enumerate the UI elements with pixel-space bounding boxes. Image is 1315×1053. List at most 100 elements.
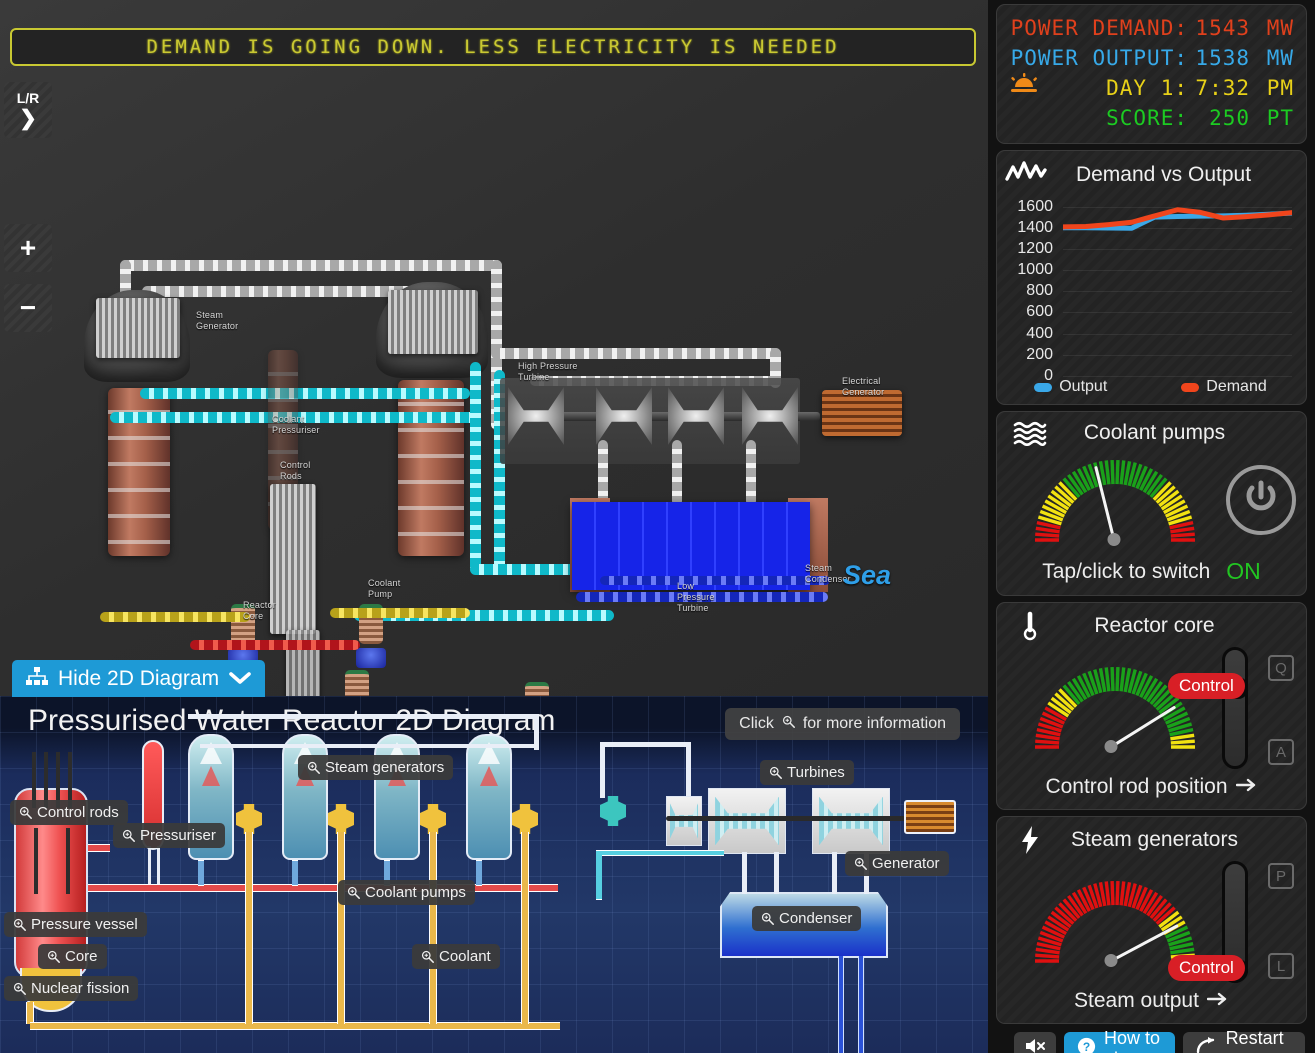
- sitemap-icon: [26, 666, 48, 691]
- diagram-steam-generator: [374, 734, 420, 860]
- coolant-pumps-hint: Tap/click to switch: [1042, 559, 1211, 583]
- mute-button[interactable]: [1014, 1032, 1056, 1053]
- game-root: DEMAND IS GOING DOWN. LESS ELECTRICITY I…: [0, 0, 1315, 1053]
- chart-y-tick: 1000: [1017, 261, 1053, 279]
- label-steam-generator: Steam Generator: [196, 310, 239, 331]
- gauge-hub: [1104, 740, 1117, 753]
- tag-label: Core: [65, 948, 98, 965]
- legend-label: Demand: [1206, 378, 1267, 395]
- more-information-suffix: for more information: [802, 715, 946, 732]
- time-value: 7:32: [1195, 76, 1250, 100]
- chart-y-tick: 1200: [1017, 239, 1053, 257]
- tag-pressuriser[interactable]: Pressuriser: [113, 823, 225, 848]
- tag-condenser[interactable]: Condenser: [752, 906, 862, 931]
- status-row-power-output: POWER OUTPUT: 1538 MW: [1009, 43, 1294, 73]
- more-information-button[interactable]: Click for more information: [725, 708, 960, 740]
- control-rod-pill-label: Control: [1168, 673, 1245, 699]
- diagram-turbine: [812, 788, 890, 854]
- control-rod-position-label: Control rod position: [1045, 775, 1228, 798]
- day-label: DAY 1:: [1106, 76, 1188, 100]
- more-information-prefix: Click: [739, 715, 774, 732]
- score-value: 250: [1209, 106, 1250, 130]
- chart-series-layer: [1063, 196, 1292, 376]
- tag-generator[interactable]: Generator: [845, 851, 949, 876]
- diagram-steam-generator: [282, 734, 328, 860]
- reactor-core-panel: Reactor core Control Q A Control rod pos…: [996, 602, 1307, 810]
- power-output-value: 1538: [1195, 46, 1250, 70]
- restart-game-button[interactable]: Restart game: [1182, 1028, 1305, 1053]
- tag-label: Turbines: [787, 764, 845, 781]
- steam-output-label: Steam output: [1074, 989, 1199, 1012]
- diagram-coolant-pump: [328, 804, 354, 834]
- label-coolant-pump: Coolant Pump: [368, 578, 401, 599]
- label-sea: Sea: [843, 560, 892, 590]
- key-q[interactable]: Q: [1268, 655, 1294, 681]
- diagram-turbine: [666, 796, 702, 846]
- diagram-coolant-pump: [420, 804, 446, 834]
- chart-y-tick: 200: [1026, 345, 1053, 363]
- tag-core[interactable]: Core: [38, 944, 107, 969]
- plant-2d-diagram[interactable]: Pressurised Water Reactor 2D Diagram Cli…: [0, 696, 988, 1053]
- left-right-toggle-button[interactable]: L/R ❯: [4, 82, 52, 138]
- coolant-pumps-state: ON: [1226, 558, 1261, 584]
- chart-plot-area: 1600 1400 1200 1000 800 600 400 200 0: [1005, 196, 1296, 384]
- slider-track[interactable]: [1222, 647, 1248, 769]
- status-row-day-time: DAY 1: 7:32 PM: [1009, 73, 1294, 103]
- tag-label: Generator: [872, 855, 940, 872]
- left-right-toggle-label: L/R: [16, 90, 40, 106]
- coolant-pumps-power-button[interactable]: [1226, 465, 1296, 535]
- how-to-play-button[interactable]: ? How to play: [1064, 1028, 1175, 1053]
- plant-3d-view[interactable]: Steam Generator Coolant Pressuriser Contro…: [0, 140, 988, 746]
- score-label: SCORE:: [1106, 106, 1188, 130]
- steam-output-slider[interactable]: Control P L: [1168, 855, 1296, 987]
- tag-nuclear-fission[interactable]: Nuclear fission: [4, 976, 139, 1001]
- diagram-coolant-pump: [236, 804, 262, 834]
- tag-steam-generators[interactable]: Steam generators: [298, 755, 454, 780]
- coolant-pumps-title: Coolant pumps: [1083, 421, 1226, 444]
- reactor-core-title: Reactor core: [1094, 614, 1215, 637]
- tag-coolant-pumps[interactable]: Coolant pumps: [338, 880, 475, 905]
- gauge-hub: [1107, 533, 1120, 546]
- steam-output-pill-label: Control: [1168, 955, 1245, 981]
- diagram-steam-generator: [466, 734, 512, 860]
- tag-label: Control rods: [37, 804, 119, 821]
- chart-title: Demand vs Output: [1075, 162, 1252, 186]
- key-l[interactable]: L: [1268, 953, 1294, 979]
- legend-item-demand: Demand: [1181, 378, 1267, 396]
- bottom-toolbar: ? How to play Restart game: [996, 1028, 1307, 1053]
- diagram-turbine: [708, 788, 786, 854]
- waves-icon: [1007, 420, 1053, 446]
- sunset-icon: [1009, 73, 1039, 103]
- hide-2d-diagram-button[interactable]: Hide 2D Diagram: [12, 660, 266, 697]
- key-a[interactable]: A: [1268, 739, 1294, 765]
- chart-gridline: [1063, 376, 1292, 377]
- tag-label: Pressure vessel: [31, 916, 138, 933]
- chevron-down-icon: [229, 667, 251, 691]
- diagram-feed-pump: [600, 796, 626, 826]
- diagram-coolant-pump: [512, 804, 538, 834]
- arrow-redo-icon: [1196, 1037, 1218, 1053]
- coolant-pumps-gauge: [1015, 446, 1212, 554]
- control-sidebar: POWER DEMAND: 1543 MW POWER OUTPUT: 1538…: [988, 0, 1315, 1053]
- tag-label: Coolant pumps: [365, 884, 466, 901]
- bolt-icon: [1007, 825, 1053, 855]
- score-unit: PT: [1266, 106, 1294, 130]
- control-rod-slider[interactable]: Control Q A: [1168, 641, 1296, 773]
- tag-turbines[interactable]: Turbines: [760, 760, 854, 785]
- tag-coolant[interactable]: Coolant: [412, 944, 500, 969]
- question-circle-icon: ?: [1077, 1037, 1096, 1053]
- tag-pressure-vessel[interactable]: Pressure vessel: [4, 912, 147, 937]
- chart-y-tick: 600: [1026, 303, 1053, 321]
- arrow-right-icon: [1206, 992, 1229, 1011]
- steam-generators-panel: Steam generators Control P L Steam outpu…: [996, 816, 1307, 1024]
- reactor-core-gauge: [1015, 653, 1206, 761]
- alert-banner: DEMAND IS GOING DOWN. LESS ELECTRICITY I…: [10, 28, 976, 66]
- diagram-generator: [904, 800, 956, 834]
- tag-control-rods[interactable]: Control rods: [10, 800, 128, 825]
- key-p[interactable]: P: [1268, 863, 1294, 889]
- thermometer-icon: [1007, 611, 1053, 641]
- chart-y-tick: 0: [1044, 367, 1053, 384]
- chart-line-icon: [1005, 159, 1047, 190]
- plant-stage: DEMAND IS GOING DOWN. LESS ELECTRICITY I…: [0, 0, 988, 1053]
- legend-swatch: [1181, 382, 1200, 392]
